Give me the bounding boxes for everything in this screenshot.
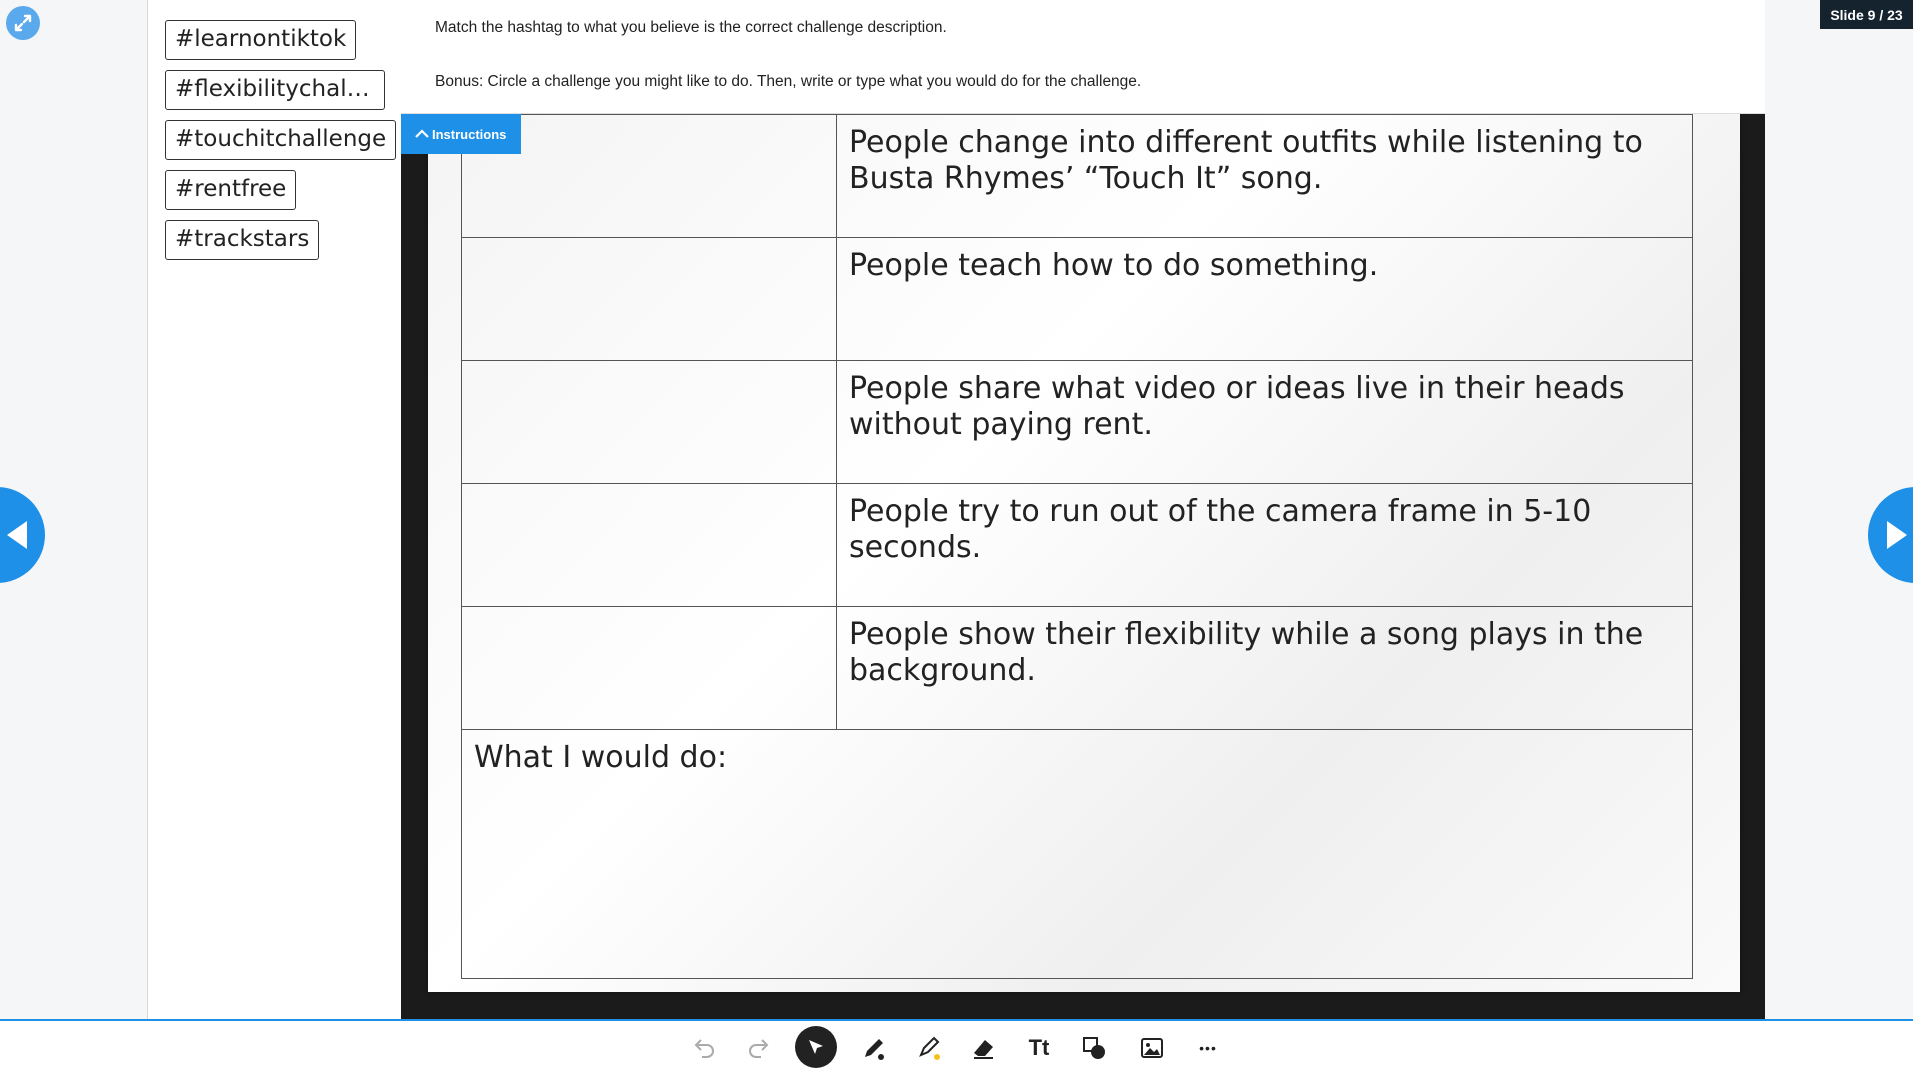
table-row: People show their flexibility while a so… [461,606,1693,730]
annotation-toolbar: Tt ••• [0,1019,1913,1071]
instructions-toggle[interactable]: Instructions [401,114,521,154]
hashtag-chip-flexibilitychallenge[interactable]: #flexibilitychalle... [165,70,385,110]
undo-icon[interactable] [686,1030,722,1066]
eraser-icon[interactable] [966,1030,1002,1066]
hashtag-drop-zone[interactable] [461,606,837,730]
shapes-icon[interactable] [1076,1030,1112,1066]
challenge-description: People share what video or ideas live in… [836,360,1693,484]
instructions-panel: Match the hashtag to what you believe is… [401,0,1765,114]
hashtag-drop-zone[interactable] [461,483,837,607]
worksheet-paper: People change into different outfits whi… [428,114,1740,992]
challenge-table: People change into different outfits whi… [461,114,1693,979]
hashtag-chip-learnontiktok[interactable]: #learnontiktok [165,20,357,60]
previous-slide-button[interactable] [0,487,45,583]
table-row: People change into different outfits whi… [461,114,1693,238]
table-row: People share what video or ideas live in… [461,360,1693,484]
text-tool-button[interactable]: Tt [1021,1030,1057,1066]
table-row: What I would do: [461,729,1693,979]
collapse-icon[interactable] [6,6,40,40]
pen-icon[interactable] [856,1030,892,1066]
challenge-description: People change into different outfits whi… [836,114,1693,238]
table-row: People teach how to do something. [461,237,1693,361]
next-slide-button[interactable] [1868,487,1913,583]
hashtag-drop-zone[interactable] [461,237,837,361]
triangle-left-icon [7,521,27,549]
hashtag-panel: #learnontiktok #flexibilitychalle... #to… [147,0,402,1019]
table-row: People try to run out of the camera fram… [461,483,1693,607]
what-i-would-do-box[interactable]: What I would do: [461,729,1693,979]
slide-counter: Slide 9 / 23 [1820,0,1913,29]
challenge-description: People show their flexibility while a so… [836,606,1693,730]
hashtag-chip-trackstars[interactable]: #trackstars [165,220,320,260]
instructions-line-2: Bonus: Circle a challenge you might like… [435,73,1142,90]
hashtag-drop-zone[interactable] [461,360,837,484]
select-icon[interactable] [795,1026,837,1068]
chevron-up-icon [415,129,429,138]
image-icon[interactable] [1134,1030,1170,1066]
what-i-would-do-label: What I would do: [474,740,728,775]
highlighter-icon[interactable] [911,1030,947,1066]
hashtag-chip-rentfree[interactable]: #rentfree [165,170,297,210]
instructions-toggle-label: Instructions [432,126,507,142]
triangle-right-icon [1887,521,1907,549]
instructions-line-1: Match the hashtag to what you believe is… [435,19,947,36]
challenge-description: People teach how to do something. [836,237,1693,361]
redo-icon[interactable] [741,1030,777,1066]
hashtag-chip-touchitchallenge[interactable]: #touchitchallenge [165,120,397,160]
more-icon[interactable]: ••• [1190,1030,1226,1066]
slide-canvas[interactable]: People change into different outfits whi… [401,114,1765,1019]
challenge-description: People try to run out of the camera fram… [836,483,1693,607]
